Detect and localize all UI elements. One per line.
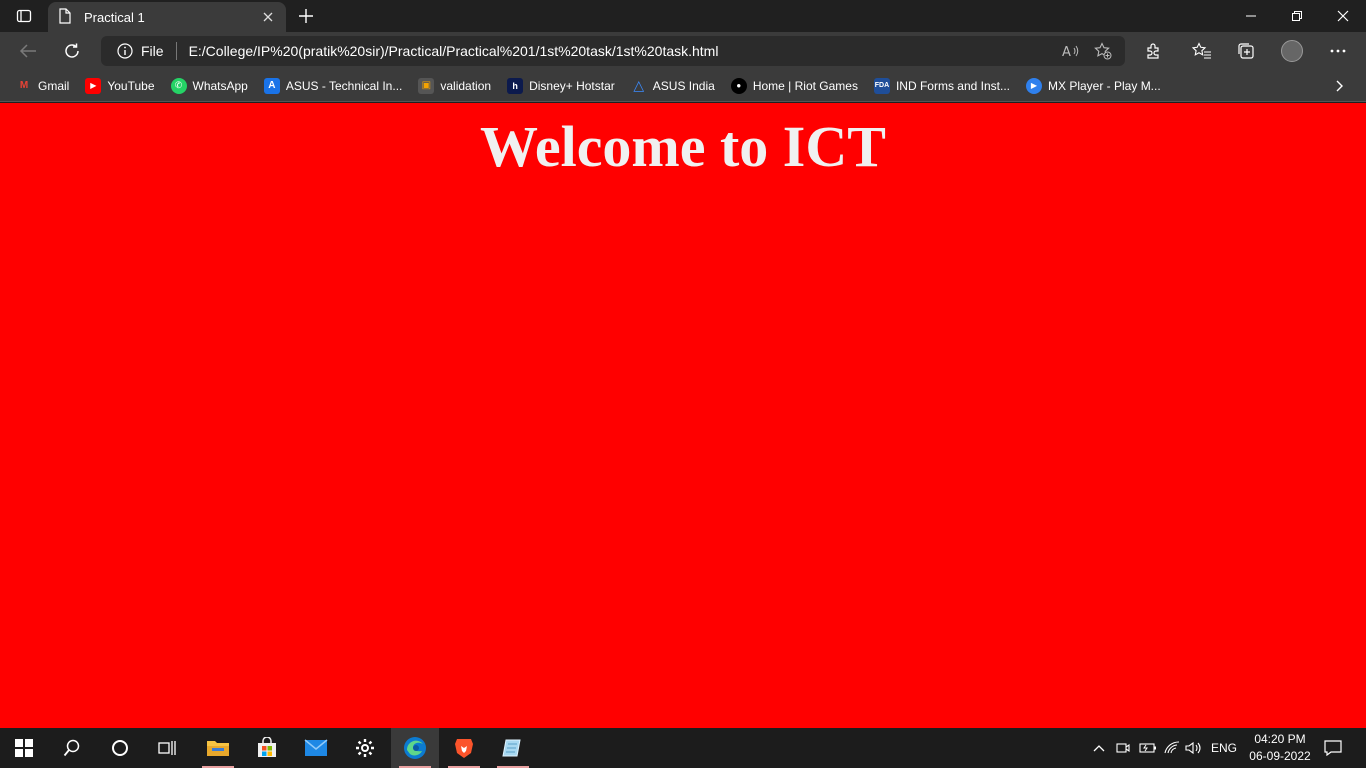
notepad-app-icon[interactable] bbox=[489, 728, 537, 768]
minimize-icon[interactable] bbox=[1228, 0, 1274, 32]
extensions-icon[interactable] bbox=[1137, 36, 1169, 66]
bookmark-youtube[interactable]: ▶ YouTube bbox=[77, 74, 162, 98]
address-divider bbox=[175, 42, 177, 60]
volume-icon[interactable] bbox=[1184, 728, 1204, 768]
bookmark-label: ASUS - Technical In... bbox=[285, 78, 403, 93]
bookmark-label: MX Player - Play M... bbox=[1048, 78, 1161, 93]
bookmark-whatsapp[interactable]: ✆ WhatsApp bbox=[163, 74, 256, 98]
edge-browser-icon[interactable] bbox=[391, 728, 439, 768]
page-content: Welcome to ICT bbox=[0, 103, 1366, 728]
bookmark-validation[interactable]: ▣ validation bbox=[410, 74, 499, 98]
profile-avatar[interactable] bbox=[1276, 36, 1308, 66]
bookmark-mxplayer[interactable]: ▶ MX Player - Play M... bbox=[1018, 74, 1169, 98]
brave-browser-icon[interactable] bbox=[440, 728, 488, 768]
bookmark-ind-forms[interactable]: FDA IND Forms and Inst... bbox=[866, 74, 1018, 98]
bookmark-hotstar[interactable]: h Disney+ Hotstar bbox=[499, 74, 623, 98]
close-tab-icon[interactable] bbox=[260, 9, 276, 25]
wifi-icon[interactable] bbox=[1162, 728, 1182, 768]
info-icon[interactable] bbox=[117, 43, 133, 59]
scheme-label[interactable]: File bbox=[141, 43, 164, 59]
add-favorite-icon[interactable] bbox=[1087, 37, 1119, 65]
riot-icon: ● bbox=[730, 77, 747, 94]
system-clock[interactable]: 04:20 PM 06-09-2022 bbox=[1240, 731, 1320, 765]
meet-now-icon[interactable] bbox=[1114, 728, 1132, 768]
more-options-icon[interactable] bbox=[1322, 36, 1354, 66]
cortana-icon[interactable] bbox=[96, 728, 144, 768]
browser-toolbar: File E:/College/IP%20(pratik%20sir)/Prac… bbox=[0, 32, 1366, 70]
input-language[interactable]: ENG bbox=[1208, 728, 1240, 768]
start-icon[interactable] bbox=[0, 728, 48, 768]
bookmark-label: IND Forms and Inst... bbox=[895, 78, 1010, 93]
close-window-icon[interactable] bbox=[1320, 0, 1366, 32]
bookmark-label: Home | Riot Games bbox=[752, 78, 858, 93]
bookmark-label: Disney+ Hotstar bbox=[529, 78, 615, 93]
asus-icon: A bbox=[263, 77, 280, 94]
bookmarks-bar: M Gmail ▶ YouTube ✆ WhatsApp A ASUS - Techni… bbox=[0, 70, 1366, 102]
mxplayer-icon: ▶ bbox=[1026, 77, 1042, 94]
fda-icon: FDA bbox=[873, 77, 890, 94]
file-explorer-icon[interactable] bbox=[194, 728, 242, 768]
bookmark-label: WhatsApp bbox=[192, 78, 248, 93]
windows-taskbar: ENG 04:20 PM 06-09-2022 bbox=[0, 728, 1366, 768]
svg-text:A: A bbox=[1062, 45, 1071, 59]
mail-icon[interactable] bbox=[292, 728, 340, 768]
tab-title: Practical 1 bbox=[84, 9, 145, 25]
bookmark-label: validation bbox=[440, 78, 492, 93]
bookmark-asus-technical[interactable]: A ASUS - Technical In... bbox=[256, 74, 411, 98]
whatsapp-icon: ✆ bbox=[170, 77, 187, 94]
asus-india-icon: △ bbox=[633, 77, 645, 93]
task-view-icon[interactable] bbox=[144, 728, 192, 768]
refresh-icon[interactable] bbox=[56, 36, 88, 66]
bookmark-label: YouTube bbox=[107, 78, 155, 93]
tab-practical-1[interactable]: Practical 1 bbox=[48, 2, 286, 32]
youtube-icon: ▶ bbox=[85, 77, 102, 94]
restore-icon[interactable] bbox=[1274, 0, 1320, 32]
read-aloud-icon[interactable]: A bbox=[1055, 37, 1087, 65]
clock-time: 04:20 PM bbox=[1254, 732, 1306, 746]
bookmark-label: Gmail bbox=[38, 78, 70, 93]
gmail-icon: M bbox=[19, 80, 29, 91]
clock-date: 06-09-2022 bbox=[1249, 749, 1311, 763]
bookmark-gmail[interactable]: M Gmail bbox=[8, 74, 77, 98]
page-icon bbox=[58, 7, 72, 27]
search-icon[interactable] bbox=[48, 728, 96, 768]
battery-icon[interactable] bbox=[1138, 728, 1158, 768]
new-tab-icon[interactable] bbox=[292, 4, 320, 28]
chevron-right-icon[interactable] bbox=[1328, 74, 1352, 98]
show-hidden-icons-icon[interactable] bbox=[1090, 728, 1108, 768]
collections-icon[interactable] bbox=[1230, 36, 1262, 66]
bookmark-label: ASUS India bbox=[652, 78, 715, 93]
bookmark-riot[interactable]: ● Home | Riot Games bbox=[723, 74, 866, 98]
address-bar[interactable]: File E:/College/IP%20(pratik%20sir)/Prac… bbox=[101, 36, 1125, 66]
favorites-icon[interactable] bbox=[1186, 36, 1218, 66]
notifications-icon[interactable] bbox=[1320, 728, 1346, 768]
back-icon[interactable] bbox=[12, 36, 44, 66]
settings-gear-icon[interactable] bbox=[341, 728, 389, 768]
microsoft-store-icon[interactable] bbox=[243, 728, 291, 768]
tab-actions-icon[interactable] bbox=[8, 4, 40, 28]
browser-titlebar: Practical 1 bbox=[0, 0, 1366, 32]
bookmark-asus-india[interactable]: △ ASUS India bbox=[623, 74, 723, 98]
url-text[interactable]: E:/College/IP%20(pratik%20sir)/Practical… bbox=[189, 43, 1055, 59]
validation-icon: ▣ bbox=[418, 77, 435, 94]
page-heading: Welcome to ICT bbox=[480, 114, 886, 179]
hotstar-icon: h bbox=[507, 77, 524, 94]
